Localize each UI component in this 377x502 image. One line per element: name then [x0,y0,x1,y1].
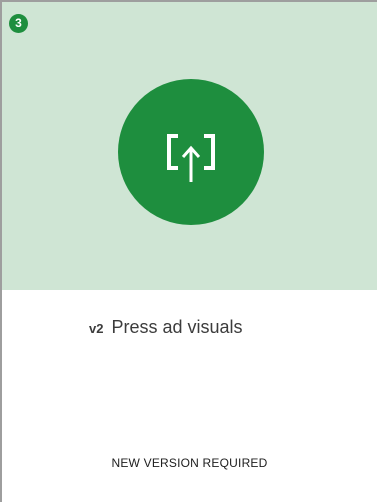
upload-frame-icon [167,134,215,182]
asset-preview-area[interactable]: 3 [2,2,377,290]
asset-title-row: v2 Press ad visuals [89,317,243,338]
step-number-badge: 3 [9,14,28,33]
asset-info: v2 Press ad visuals NEW VERSION REQUIRED [2,290,377,502]
asset-card[interactable]: 3 v2 Press ad visuals NEW VERSION REQUIR… [0,0,377,502]
upload-icon-button[interactable] [118,79,264,225]
asset-title: Press ad visuals [111,317,243,337]
version-label: v2 [89,321,104,336]
status-text: NEW VERSION REQUIRED [111,456,268,470]
